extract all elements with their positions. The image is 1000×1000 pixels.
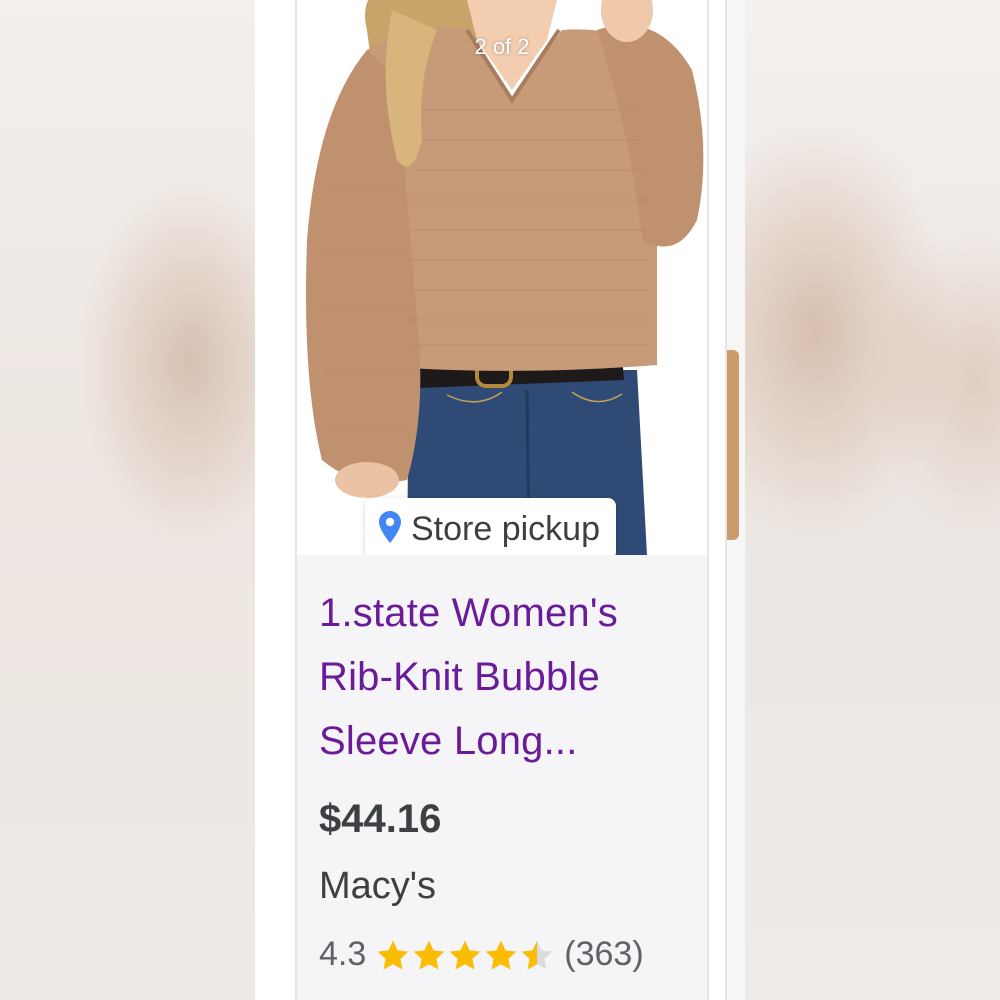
star-half-icon <box>520 939 554 971</box>
product-title-line: Rib-Knit Bubble <box>319 655 600 699</box>
product-card[interactable]: 2 of 2 Store pickup 1.state Women's Rib-… <box>295 0 709 1000</box>
image-counter: 2 of 2 <box>474 34 530 59</box>
store-pickup-label: Store pickup <box>411 509 600 548</box>
next-product-card-edge[interactable] <box>725 0 745 1000</box>
product-info: 1.state Women's Rib-Knit Bubble Sleeve L… <box>297 555 707 1000</box>
star-full-icon <box>484 939 518 971</box>
product-title-line: 1.state Women's <box>319 591 618 635</box>
star-full-icon <box>448 939 482 971</box>
star-full-icon <box>412 939 446 971</box>
star-rating <box>376 939 554 971</box>
seller-name: Macy's <box>319 865 437 907</box>
blurred-background-left <box>0 0 255 1000</box>
location-pin-icon <box>379 510 401 548</box>
sweater-photo <box>306 0 704 555</box>
product-title-line: Sleeve Long... <box>319 719 578 763</box>
review-count: (363) <box>564 935 644 973</box>
rating-row: 4.3 (363) <box>319 935 644 974</box>
product-title-link[interactable]: 1.state Women's Rib-Knit Bubble Sleeve L… <box>319 581 699 773</box>
product-price: $44.16 <box>319 797 442 841</box>
store-pickup-badge: Store pickup <box>365 498 616 570</box>
star-full-icon <box>376 939 410 971</box>
product-image[interactable]: 2 of 2 <box>297 0 707 555</box>
screenshot: 2 of 2 Store pickup 1.state Women's Rib-… <box>255 0 745 1000</box>
next-product-image-peek <box>727 350 739 540</box>
blurred-background-right <box>745 0 1000 1000</box>
rating-value: 4.3 <box>319 935 367 973</box>
